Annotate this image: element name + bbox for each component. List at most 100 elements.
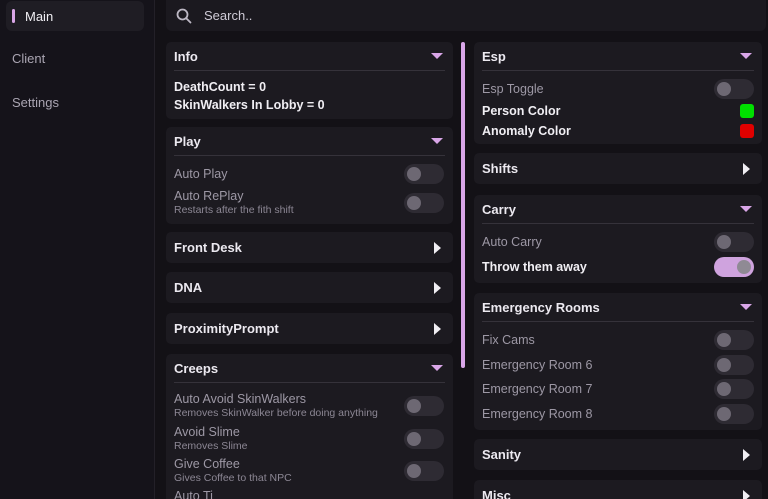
proximity-prompt-section[interactable]: ProximityPrompt — [166, 313, 453, 344]
collapse-arrow-icon — [431, 138, 443, 144]
section-title: Carry — [482, 201, 516, 217]
sidebar-item-client[interactable]: Client — [6, 43, 144, 73]
collapse-arrow-icon — [431, 53, 443, 59]
proximity-prompt-header[interactable]: ProximityPrompt — [174, 313, 445, 344]
sidebar-item-main[interactable]: Main — [6, 1, 144, 31]
section-title: Misc — [482, 488, 511, 499]
person-color-row: Person Color — [482, 104, 754, 118]
sidebar-item-label: Client — [12, 50, 46, 66]
auto-avoid-skinwalkers-description: Removes SkinWalker before doing anything — [174, 407, 378, 419]
section-title: Creeps — [174, 360, 219, 376]
play-header[interactable]: Play — [174, 127, 445, 156]
collapse-arrow-icon — [740, 206, 752, 212]
carry-section: Carry Auto Carry Throw them away — [474, 195, 762, 283]
expand-arrow-icon — [743, 162, 750, 175]
emergency-room-8-label: Emergency Room 8 — [482, 407, 593, 421]
auto-avoid-skinwalkers-label: Auto Avoid SkinWalkers — [174, 392, 307, 406]
fix-cams-label: Fix Cams — [482, 333, 535, 347]
section-title: Esp — [482, 48, 506, 64]
esp-header[interactable]: Esp — [482, 42, 754, 71]
auto-play-toggle[interactable] — [404, 164, 444, 184]
section-title: ProximityPrompt — [174, 321, 279, 336]
esp-section: Esp Esp Toggle Person Color Anomaly Colo… — [474, 42, 762, 144]
dna-section[interactable]: DNA — [166, 272, 453, 303]
sidebar: Main Client Settings — [0, 0, 155, 499]
scrollbar[interactable] — [461, 42, 465, 368]
collapse-arrow-icon — [740, 53, 752, 59]
give-coffee-description: Gives Coffee to that NPC — [174, 472, 292, 484]
auto-avoid-skinwalkers-toggle[interactable] — [404, 395, 444, 416]
auto-carry-toggle[interactable] — [714, 232, 754, 252]
auto-play-row: Auto Play — [174, 164, 445, 184]
emergency-room-7-toggle[interactable] — [714, 379, 754, 399]
auto-avoid-skinwalkers-row: Auto Avoid SkinWalkers Removes SkinWalke… — [174, 392, 445, 419]
give-coffee-row: Give Coffee Gives Coffee to that NPC — [174, 457, 445, 484]
creeps-section: Creeps Auto Avoid SkinWalkers Removes Sk… — [166, 354, 453, 499]
auto-play-label: Auto Play — [174, 167, 228, 181]
esp-toggle[interactable] — [714, 79, 754, 99]
give-coffee-toggle[interactable] — [404, 460, 444, 481]
emergency-rooms-header[interactable]: Emergency Rooms — [482, 293, 754, 322]
expand-arrow-icon — [743, 489, 750, 499]
carry-header[interactable]: Carry — [482, 195, 754, 224]
cut-off-label: Auto Ti — [174, 489, 213, 499]
emergency-room-8-row: Emergency Room 8 — [482, 404, 754, 424]
emergency-room-6-toggle[interactable] — [714, 355, 754, 375]
info-section: Info DeathCount = 0 SkinWalkers In Lobby… — [166, 42, 453, 119]
misc-header[interactable]: Misc — [482, 480, 754, 499]
auto-replay-toggle[interactable] — [404, 192, 444, 213]
info-header[interactable]: Info — [174, 42, 445, 71]
dna-header[interactable]: DNA — [174, 272, 445, 303]
person-color-swatch[interactable] — [740, 104, 754, 118]
skinwalkers-count-text: SkinWalkers In Lobby = 0 — [174, 98, 325, 112]
search-bar — [166, 0, 766, 31]
creeps-header[interactable]: Creeps — [174, 354, 445, 383]
anomaly-color-swatch[interactable] — [740, 124, 754, 138]
sidebar-item-label: Settings — [12, 94, 59, 110]
emergency-room-6-label: Emergency Room 6 — [482, 358, 593, 372]
section-title: Sanity — [482, 447, 522, 462]
auto-carry-label: Auto Carry — [482, 235, 542, 249]
sidebar-item-label: Main — [25, 8, 54, 24]
play-section: Play Auto Play Auto RePlay Restarts afte… — [166, 127, 453, 224]
emergency-room-8-toggle[interactable] — [714, 404, 754, 424]
avoid-slime-toggle[interactable] — [404, 428, 444, 449]
anomaly-color-row: Anomaly Color — [482, 124, 754, 138]
death-count-text: DeathCount = 0 — [174, 80, 267, 94]
fix-cams-row: Fix Cams — [482, 330, 754, 350]
front-desk-section[interactable]: Front Desk — [166, 232, 453, 263]
search-input[interactable] — [202, 7, 706, 24]
person-color-label: Person Color — [482, 104, 561, 118]
emergency-room-7-label: Emergency Room 7 — [482, 382, 593, 396]
section-title: Play — [174, 133, 201, 149]
collapse-arrow-icon — [431, 365, 443, 371]
expand-arrow-icon — [434, 241, 441, 254]
throw-them-away-row: Throw them away — [482, 257, 754, 277]
auto-replay-label: Auto RePlay — [174, 189, 244, 203]
shifts-section[interactable]: Shifts — [474, 153, 762, 184]
auto-replay-row: Auto RePlay Restarts after the fith shif… — [174, 189, 445, 216]
cut-off-row: Auto Ti — [174, 489, 445, 499]
section-title: DNA — [174, 280, 203, 295]
anomaly-color-label: Anomaly Color — [482, 124, 571, 138]
avoid-slime-row: Avoid Slime Removes Slime — [174, 425, 445, 452]
sidebar-item-settings[interactable]: Settings — [6, 87, 144, 117]
throw-them-away-toggle[interactable] — [714, 257, 754, 277]
expand-arrow-icon — [743, 448, 750, 461]
expand-arrow-icon — [434, 322, 441, 335]
emergency-room-6-row: Emergency Room 6 — [482, 355, 754, 375]
auto-carry-row: Auto Carry — [482, 232, 754, 252]
front-desk-header[interactable]: Front Desk — [174, 232, 445, 263]
shifts-header[interactable]: Shifts — [482, 153, 754, 184]
esp-toggle-row: Esp Toggle — [482, 79, 754, 99]
emergency-rooms-section: Emergency Rooms Fix Cams Emergency Room … — [474, 293, 762, 430]
give-coffee-label: Give Coffee — [174, 457, 240, 471]
misc-section[interactable]: Misc — [474, 480, 762, 499]
sanity-header[interactable]: Sanity — [482, 439, 754, 470]
collapse-arrow-icon — [740, 304, 752, 310]
auto-replay-description: Restarts after the fith shift — [174, 204, 294, 216]
section-title: Shifts — [482, 161, 519, 176]
sanity-section[interactable]: Sanity — [474, 439, 762, 470]
fix-cams-toggle[interactable] — [714, 330, 754, 350]
expand-arrow-icon — [434, 281, 441, 294]
